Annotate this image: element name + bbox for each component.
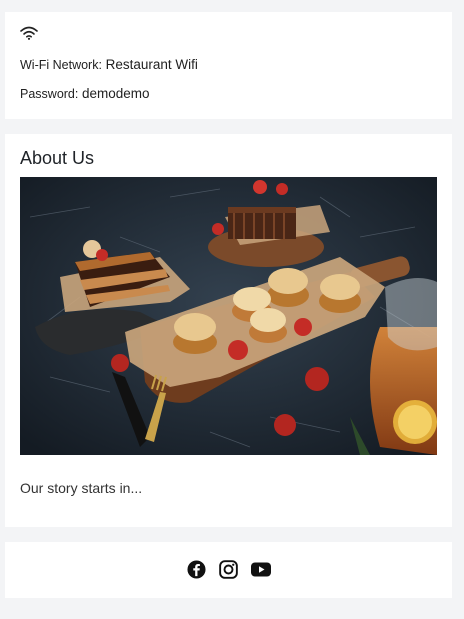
- wifi-network-line: Wi-Fi Network: Restaurant Wifi: [20, 57, 198, 73]
- wifi-password-value: demodemo: [81, 86, 150, 101]
- about-card: About Us Our story starts in...: [5, 134, 452, 527]
- food-photo: [20, 177, 437, 455]
- social-links: [5, 559, 452, 581]
- wifi-icon: [20, 26, 38, 40]
- social-card: [5, 542, 452, 598]
- facebook-icon[interactable]: [187, 559, 207, 579]
- wifi-password-line: Password: demodemo: [20, 86, 150, 102]
- about-title: About Us: [20, 148, 95, 168]
- youtube-icon[interactable]: [250, 559, 271, 579]
- about-text: Our story starts in...: [20, 480, 143, 496]
- wifi-network-label: Wi-Fi Network:: [20, 58, 102, 72]
- instagram-icon[interactable]: [219, 559, 239, 579]
- wifi-password-label: Password:: [20, 87, 79, 101]
- wifi-network-name: Restaurant Wifi: [105, 57, 198, 72]
- wifi-card: Wi-Fi Network: Restaurant Wifi Password:…: [5, 12, 452, 119]
